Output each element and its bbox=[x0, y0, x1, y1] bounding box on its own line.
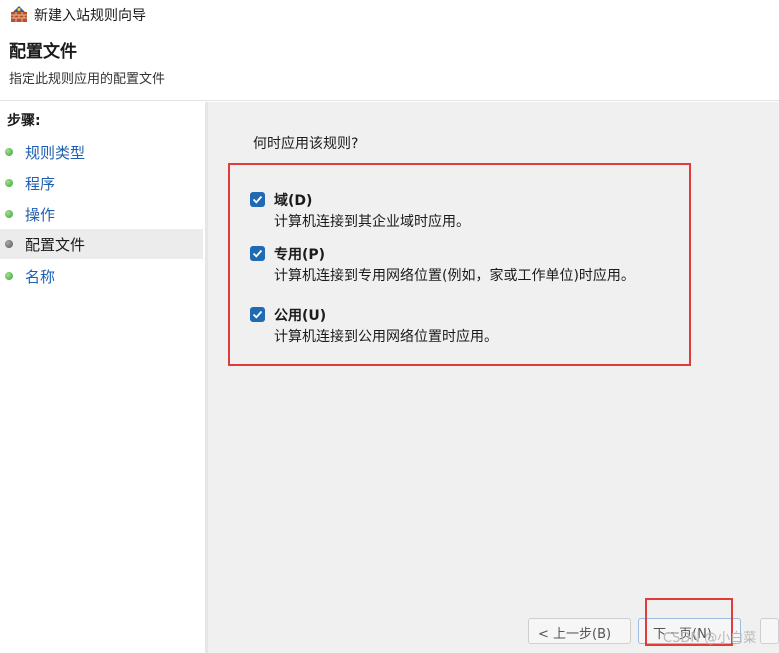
green-dot-icon bbox=[5, 148, 13, 156]
cancel-button[interactable] bbox=[760, 618, 779, 644]
sidebar-item-label: 配置文件 bbox=[25, 236, 86, 254]
firewall-icon bbox=[11, 6, 27, 22]
sidebar-item-label: 名称 bbox=[25, 268, 56, 286]
back-button-label: < 上一步(B) bbox=[538, 627, 612, 642]
checkmark-icon bbox=[252, 195, 263, 204]
green-dot-icon bbox=[5, 210, 13, 218]
main-panel: 何时应用该规则? 域(D) 计算机连接到其企业域时应用。 专用(P) 计算机连接… bbox=[208, 102, 779, 653]
watermark-text: CSDN @小白菜 bbox=[663, 631, 757, 646]
sidebar-item-label: 程序 bbox=[25, 175, 56, 193]
public-checkbox[interactable] bbox=[250, 307, 265, 322]
current-dot-icon bbox=[5, 240, 13, 248]
sidebar-item-rule-type[interactable]: 规则类型 bbox=[0, 137, 203, 167]
sidebar-item-program[interactable]: 程序 bbox=[0, 168, 203, 198]
green-dot-icon bbox=[5, 179, 13, 187]
domain-checkbox[interactable] bbox=[250, 192, 265, 207]
window-title: 新建入站规则向导 bbox=[34, 8, 146, 24]
option-description: 计算机连接到专用网络位置(例如，家或工作单位)时应用。 bbox=[274, 268, 635, 284]
option-label[interactable]: 公用(U) bbox=[274, 305, 326, 325]
page-title: 配置文件 bbox=[9, 42, 77, 62]
sidebar-item-name[interactable]: 名称 bbox=[0, 261, 203, 291]
private-checkbox[interactable] bbox=[250, 246, 265, 261]
header-divider bbox=[0, 100, 779, 101]
steps-heading: 步骤: bbox=[7, 113, 41, 129]
checkmark-icon bbox=[252, 249, 263, 258]
option-description: 计算机连接到其企业域时应用。 bbox=[274, 214, 470, 230]
option-description: 计算机连接到公用网络位置时应用。 bbox=[274, 329, 498, 345]
sidebar-item-action[interactable]: 操作 bbox=[0, 199, 203, 229]
page-subtitle: 指定此规则应用的配置文件 bbox=[9, 72, 166, 87]
sidebar-item-label: 操作 bbox=[25, 206, 56, 224]
back-button[interactable]: < 上一步(B) bbox=[528, 618, 631, 644]
option-label[interactable]: 专用(P) bbox=[274, 244, 325, 264]
title-bar: 新建入站规则向导 bbox=[0, 0, 779, 28]
sidebar-item-profile[interactable]: 配置文件 bbox=[0, 229, 203, 259]
checkmark-icon bbox=[252, 310, 263, 319]
question-text: 何时应用该规则? bbox=[253, 136, 359, 152]
steps-sidebar: 步骤: 规则类型 程序 操作 配置文件 名称 bbox=[0, 102, 205, 653]
sidebar-item-label: 规则类型 bbox=[25, 144, 86, 162]
option-label[interactable]: 域(D) bbox=[274, 190, 312, 210]
green-dot-icon bbox=[5, 272, 13, 280]
